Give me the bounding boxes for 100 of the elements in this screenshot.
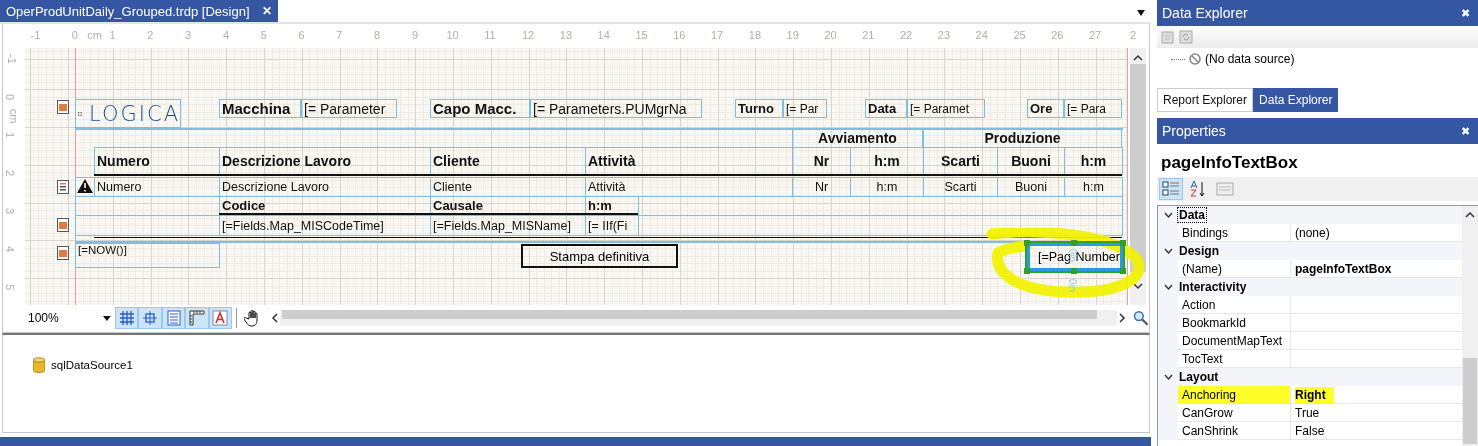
field-label: Data bbox=[865, 99, 907, 118]
property-value[interactable]: False bbox=[1291, 422, 1462, 440]
scroll-up-icon[interactable] bbox=[1465, 211, 1475, 218]
toggle-button[interactable] bbox=[138, 307, 162, 329]
resize-handle[interactable] bbox=[1071, 240, 1077, 246]
scroll-up-icon[interactable] bbox=[1133, 54, 1143, 62]
scroll-right-icon[interactable] bbox=[1117, 313, 1128, 323]
column-group-header: Produzione bbox=[923, 128, 1122, 148]
toggle-button[interactable] bbox=[161, 307, 186, 329]
pane-header: Data Explorer ✖ bbox=[1157, 0, 1478, 26]
parameter-field: [= Parameter bbox=[301, 99, 397, 118]
category-row[interactable]: Layout bbox=[1158, 368, 1462, 386]
object-name: pageInfoTextBox bbox=[1160, 152, 1299, 174]
ruler-number: 4 bbox=[4, 245, 17, 253]
scrollbar-thumb[interactable] bbox=[1130, 64, 1146, 272]
parameter-field: [= Parameters.PUMgrNa bbox=[530, 99, 702, 118]
text-style-icon bbox=[212, 310, 229, 326]
chevron-icon[interactable] bbox=[1163, 284, 1173, 290]
no-entry-icon bbox=[1189, 53, 1201, 65]
data-source-name[interactable]: sqlDataSource1 bbox=[51, 359, 133, 371]
scrollbar-thumb[interactable] bbox=[1463, 358, 1477, 444]
ruler-number: 27 bbox=[1089, 29, 1102, 41]
property-name: BookmarkId bbox=[1178, 314, 1291, 332]
scroll-down-icon[interactable] bbox=[1133, 282, 1143, 290]
ruler-number: 14 bbox=[597, 29, 610, 41]
ruler-number: 21 bbox=[862, 29, 875, 41]
close-icon[interactable]: ✕ bbox=[261, 4, 272, 18]
ruler-number: 9 bbox=[411, 29, 418, 41]
ruler-number: 11 bbox=[484, 29, 496, 41]
property-name: CanGrow bbox=[1178, 404, 1291, 422]
property-name: TocText bbox=[1178, 350, 1291, 368]
property-value[interactable]: True bbox=[1291, 404, 1462, 422]
explorer-tab[interactable]: Report Explorer bbox=[1157, 88, 1254, 112]
column-group-header: Avviamento bbox=[792, 128, 923, 148]
resize-handle[interactable] bbox=[1120, 240, 1126, 246]
view-mode-button[interactable] bbox=[1159, 178, 1183, 200]
ruler-number: 23 bbox=[937, 29, 951, 41]
scrollbar-thumb[interactable] bbox=[282, 310, 1098, 319]
ruler-number: 3 bbox=[4, 207, 17, 215]
ruler-number: 25 bbox=[1013, 29, 1026, 41]
snap-icon bbox=[142, 310, 159, 326]
ruler-number: cm bbox=[8, 108, 21, 124]
property-name: DocumentMapText bbox=[1178, 332, 1291, 350]
explorer-tab[interactable]: Data Explorer bbox=[1253, 88, 1339, 112]
ruler-number: 0 bbox=[71, 29, 78, 41]
field-label: Macchina bbox=[219, 99, 301, 118]
ruler-number: 10 bbox=[446, 29, 459, 41]
logo: LOGICA bbox=[75, 99, 181, 128]
category-row[interactable]: Data bbox=[1158, 206, 1462, 224]
ruler-number: 8 bbox=[374, 29, 381, 41]
band-icon bbox=[57, 100, 69, 114]
property-name: (Name) bbox=[1178, 260, 1291, 278]
ruler-number: 6 bbox=[298, 29, 305, 41]
search-icon[interactable] bbox=[1133, 310, 1149, 326]
parameter-field: [= Par bbox=[783, 99, 827, 118]
ruler-number: 12 bbox=[522, 29, 535, 41]
ruler-number: 19 bbox=[786, 29, 799, 41]
dropdown-icon[interactable] bbox=[1137, 10, 1145, 16]
chevron-icon[interactable] bbox=[1163, 248, 1173, 254]
grid-icon bbox=[118, 310, 135, 326]
scroll-left-icon[interactable] bbox=[270, 313, 281, 323]
status-label: Stampa definitiva bbox=[521, 244, 678, 268]
resize-handle[interactable] bbox=[1071, 268, 1077, 274]
chevron-icon[interactable] bbox=[1163, 212, 1173, 218]
ruler-number: 26 bbox=[1051, 29, 1064, 41]
ruler-number: 5 bbox=[260, 29, 267, 41]
band-icon bbox=[57, 246, 69, 260]
ruler-number: 13 bbox=[559, 29, 573, 41]
ruler-number: 1 bbox=[109, 29, 116, 41]
timestamp-field: [=NOW()] bbox=[75, 243, 220, 268]
categorized-icon bbox=[1162, 180, 1180, 198]
caret-icon[interactable] bbox=[103, 315, 111, 321]
property-value[interactable]: Right bbox=[1291, 386, 1462, 404]
property-value[interactable]: (none) bbox=[1291, 224, 1462, 242]
property-value[interactable]: pageInfoTextBox bbox=[1291, 260, 1462, 278]
close-icon[interactable]: ✖ bbox=[1461, 124, 1470, 138]
ruler-number: 0 bbox=[4, 93, 17, 101]
toggle-button[interactable] bbox=[114, 307, 139, 329]
ruler-number: 4 bbox=[222, 29, 229, 41]
resize-handle[interactable] bbox=[1120, 268, 1126, 274]
tree-item[interactable]: (No data source) bbox=[1205, 52, 1295, 66]
chevron-icon[interactable] bbox=[1163, 374, 1173, 380]
ruler-number: 17 bbox=[711, 29, 724, 41]
close-icon[interactable]: ✖ bbox=[1461, 6, 1470, 20]
field-label: Turno bbox=[735, 99, 783, 118]
document-tab[interactable]: OperProdUnitDaily_Grouped.trdp [Design] ✕ bbox=[0, 0, 278, 22]
toggle-button[interactable] bbox=[185, 307, 209, 329]
toggle-button[interactable] bbox=[208, 307, 233, 329]
category-row[interactable]: Design bbox=[1158, 242, 1462, 260]
ruler-icon bbox=[188, 310, 205, 326]
resize-handle[interactable] bbox=[1024, 240, 1030, 246]
category-row[interactable]: Interactivity bbox=[1158, 278, 1462, 296]
property-name: Anchoring bbox=[1178, 386, 1291, 404]
ruler-number: 24 bbox=[975, 29, 988, 41]
ruler-number: -1 bbox=[30, 29, 41, 41]
database-icon bbox=[33, 357, 45, 373]
ruler-number: 2 bbox=[147, 29, 154, 41]
band-icon bbox=[57, 218, 69, 232]
resize-handle[interactable] bbox=[1024, 268, 1030, 274]
bands-icon bbox=[165, 310, 182, 326]
